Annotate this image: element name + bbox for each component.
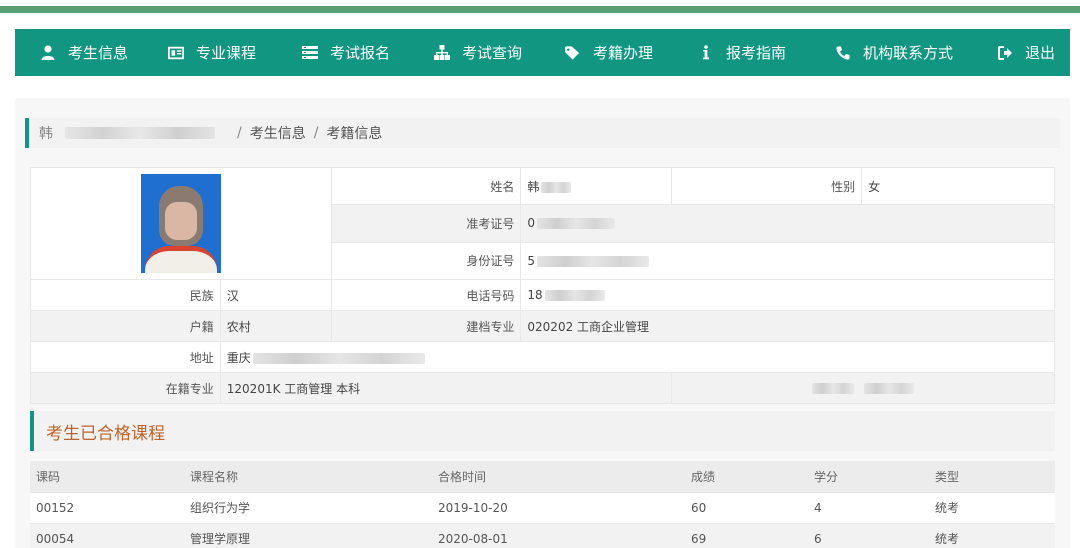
column-header: 类型: [929, 461, 1055, 493]
top-stripe-bar: [0, 6, 1080, 13]
ethnicity-label: 民族: [30, 279, 221, 311]
column-header: 课程名称: [184, 461, 432, 493]
score: 69: [685, 523, 808, 548]
nav-item-major-courses[interactable]: 专业课程: [168, 29, 256, 76]
breadcrumb-separator: /: [237, 125, 242, 141]
credits: 6: [808, 523, 929, 548]
list-icon: [302, 45, 318, 61]
nav-item-exam-query[interactable]: 考试查询: [434, 29, 522, 76]
table-row: 00054 管理学原理 2020-08-01 69 6 统考: [30, 523, 1055, 548]
phone-value: 18: [520, 279, 1055, 311]
column-header: 课码: [30, 461, 184, 493]
passed-courses-table: 课码 课程名称 合格时间 成绩 学分 类型 00152 组织行为学 2019-1…: [30, 461, 1055, 548]
nav-label: 考籍办理: [593, 44, 654, 62]
nav-item-exam-registration[interactable]: 考试报名: [302, 29, 390, 76]
score: 60: [685, 492, 808, 524]
id-label: 身份证号: [330, 241, 522, 281]
enrolled-major-label: 在籍专业: [30, 372, 221, 404]
address-value: 重庆: [219, 341, 1056, 373]
tag-icon: [565, 45, 581, 61]
course-code: 00152: [30, 492, 184, 524]
pass-date: 2019-10-20: [432, 492, 685, 524]
pass-date: 2020-08-01: [432, 523, 685, 548]
info-icon: [698, 45, 714, 61]
id-value: 5: [520, 241, 1055, 281]
nav-item-exam-guide[interactable]: 报考指南: [698, 29, 786, 76]
nav-label: 考试查询: [462, 44, 523, 62]
main-nav: 考生信息 专业课程 考试报名 考试查询 考籍办理 报考指南 机构联系方式 退出: [15, 29, 1070, 76]
nav-item-registry-affairs[interactable]: 考籍办理: [565, 29, 653, 76]
student-photo: [140, 174, 221, 273]
nav-label: 报考指南: [726, 44, 787, 62]
redacted-text: [65, 127, 215, 139]
exam-type: 统考: [929, 492, 1055, 524]
column-header: 成绩: [685, 461, 808, 493]
breadcrumb-current: 考籍信息: [326, 126, 383, 142]
nav-item-student-info[interactable]: 考生信息: [40, 29, 128, 76]
enrolled-major-value: 120201K 工商管理 本科: [219, 372, 673, 404]
gender-value: 女: [861, 166, 1055, 206]
table-row: 00152 组织行为学 2019-10-20 60 4 统考: [30, 492, 1055, 524]
photo-cell: [30, 167, 332, 280]
nav-label: 考生信息: [68, 44, 129, 62]
archive-major-value: 020202 工商企业管理: [520, 310, 1055, 342]
breadcrumb-separator: /: [313, 125, 319, 141]
redacted-cell: [671, 372, 1055, 404]
exam-no-label: 准考证号: [330, 204, 522, 243]
sitemap-icon: [434, 45, 450, 61]
nav-label: 专业课程: [196, 44, 257, 62]
breadcrumb: 韩 / 考生信息 / 考籍信息: [25, 118, 1060, 148]
card-icon: [168, 45, 184, 61]
section-title: 考生已合格课程: [30, 411, 1055, 451]
address-label: 地址: [30, 341, 221, 373]
nav-label: 考试报名: [330, 44, 391, 62]
ethnicity-value: 汉: [219, 279, 332, 311]
student-info-table: 姓名 韩 性别 女 准考证号 0 身份证号 5 民族 汉 电话号码 18 户籍 …: [30, 166, 1056, 404]
name-label: 姓名: [330, 166, 522, 206]
course-code: 00054: [30, 523, 184, 548]
nav-item-logout[interactable]: 退出: [997, 29, 1055, 76]
column-header: 合格时间: [432, 461, 685, 493]
phone-label: 电话号码: [330, 279, 522, 311]
gender-label: 性别: [671, 166, 863, 206]
breadcrumb-student-info[interactable]: 考生信息: [250, 123, 306, 143]
table-header-row: 课码 课程名称 合格时间 成绩 学分 类型: [30, 461, 1055, 493]
course-name: 管理学原理: [184, 523, 432, 548]
hukou-value: 农村: [219, 310, 332, 342]
exam-type: 统考: [929, 523, 1055, 548]
exam-no-value: 0: [520, 204, 1055, 243]
logout-icon: [997, 45, 1013, 61]
archive-major-label: 建档专业: [330, 310, 522, 342]
credits: 4: [808, 492, 929, 524]
course-name: 组织行为学: [184, 492, 432, 524]
name-value: 韩: [520, 166, 673, 206]
user-icon: [40, 45, 56, 61]
nav-label: 机构联系方式: [863, 44, 954, 62]
nav-label: 退出: [1025, 44, 1056, 62]
top-stripe: [0, 0, 1080, 14]
breadcrumb-root[interactable]: 韩: [39, 123, 53, 143]
hukou-label: 户籍: [30, 310, 221, 342]
phone-icon: [835, 45, 851, 61]
nav-item-contact[interactable]: 机构联系方式: [835, 29, 953, 76]
column-header: 学分: [808, 461, 929, 493]
